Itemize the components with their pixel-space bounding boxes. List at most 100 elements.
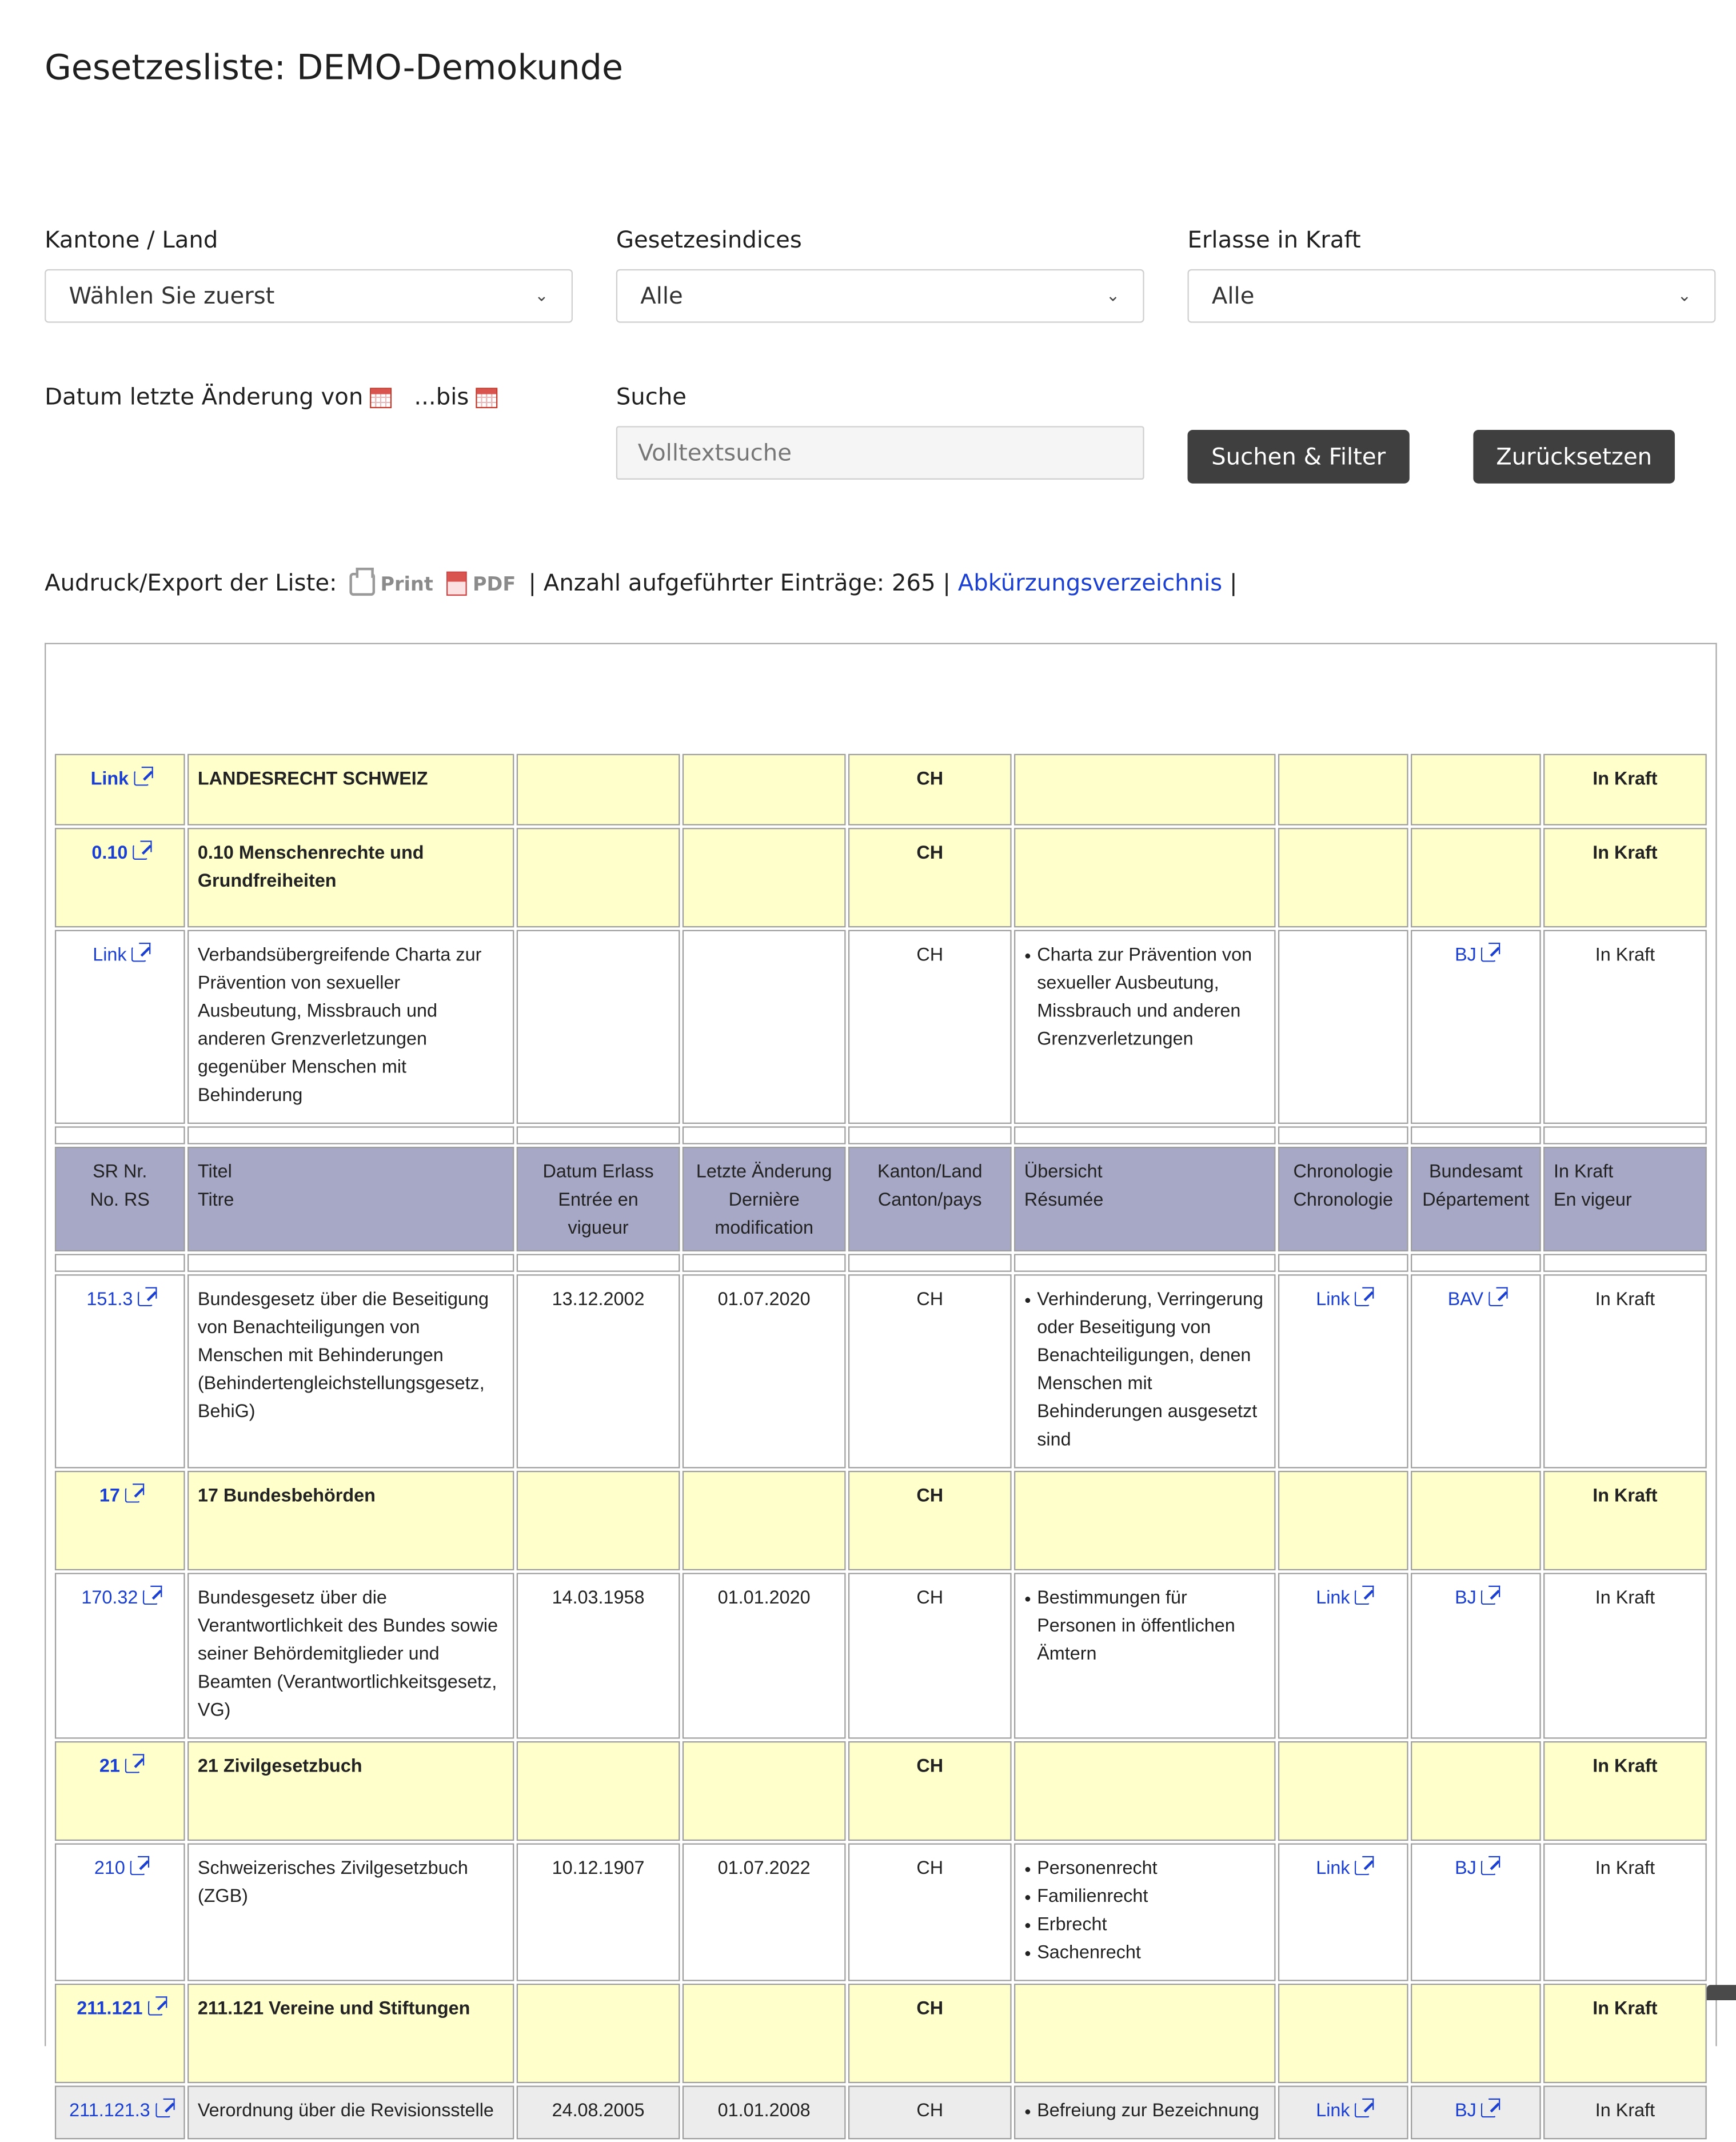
status: In Kraft	[1543, 1470, 1707, 1570]
export-bar: Audruck/Export der Liste: Print PDF | An…	[45, 567, 1238, 597]
chronology-link[interactable]: Link	[1316, 1585, 1374, 1609]
section-row: 0.10 0.10 Menschenrechte und Grundfreihei…	[54, 828, 1707, 928]
entry-count: | Anzahl aufgeführter Einträge: 265 |	[528, 570, 951, 597]
sr-number: 211.121	[54, 1983, 185, 2084]
date-range: Datum letzte Änderung von ...bis	[45, 384, 498, 411]
sr-number-link[interactable]: 170.32	[81, 1585, 162, 1609]
table-row: Link Verbandsübergreifende Charta zur Prä…	[54, 930, 1707, 1124]
header-chrono-fr: Chronologie	[1293, 1190, 1394, 1211]
section-row: Link LANDESRECHT SCHWEIZ CH In Kraft	[54, 753, 1707, 825]
sr-number-link[interactable]: 210	[94, 1856, 150, 1879]
summary-item: Sachenrecht	[1024, 1939, 1266, 1967]
header-kanton-de: Kanton/Land	[877, 1162, 983, 1183]
table-row: 210 Schweizerisches Zivilgesetzbuch (ZGB)…	[54, 1843, 1707, 1981]
summary-item: Befreiung zur Bezeichnung	[1024, 2097, 1266, 2125]
status: In Kraft	[1543, 1741, 1707, 1841]
status: In Kraft	[1543, 1573, 1707, 1739]
external-link-icon	[1481, 943, 1501, 962]
summary-list: Bestimmungen für Personen in öffentliche…	[1024, 1585, 1266, 1669]
chevron-down-icon: ⌄	[1677, 286, 1691, 306]
header-sr-fr: No. RS	[90, 1190, 150, 1211]
sr-number-link[interactable]: 151.3	[86, 1287, 157, 1310]
search-filter-button[interactable]: Suchen & Filter	[1187, 430, 1410, 484]
section-title: 17 Bundesbehörden	[187, 1470, 514, 1570]
section-title: LANDESRECHT SCHWEIZ	[187, 753, 514, 825]
calendar-icon[interactable]	[476, 388, 498, 409]
index-select[interactable]: Alle ⌄	[616, 269, 1144, 323]
external-link-icon	[155, 2098, 175, 2118]
kanton: CH	[848, 1573, 1012, 1739]
bundesamt-link[interactable]: BJ	[1455, 1856, 1501, 1879]
sr-number-link[interactable]: 211.121	[77, 1996, 167, 2019]
pdf-button[interactable]: PDF	[446, 571, 516, 596]
kanton-select[interactable]: Wählen Sie zuerst ⌄	[45, 269, 573, 323]
spacer-cell	[848, 1254, 1012, 1272]
sr-number-text: 17	[99, 1486, 120, 1507]
kanton: CH	[848, 2085, 1012, 2140]
bundesamt-link[interactable]: BJ	[1455, 1585, 1501, 1609]
sr-number: 170.32	[54, 1573, 185, 1739]
sr-number-link[interactable]: 0.10	[91, 840, 152, 864]
sr-number-link[interactable]: 21	[99, 1754, 145, 1777]
aenderung-date	[682, 1983, 846, 2084]
chronology-text: Link	[1316, 1588, 1350, 1609]
search-label: Suche	[616, 384, 687, 411]
erlass-date	[516, 1983, 680, 2084]
calendar-icon[interactable]	[370, 388, 393, 409]
chronology-link[interactable]: Link	[1316, 1287, 1374, 1310]
table-row: 211.121.3 Verordnung über die Revisionsst…	[54, 2085, 1707, 2140]
sr-number-link[interactable]: 17	[99, 1483, 145, 1507]
bundesamt-link[interactable]: BAV	[1448, 1287, 1508, 1310]
kanton-select-value: Wählen Sie zuerst	[69, 282, 275, 310]
erlass-date	[516, 828, 680, 928]
aenderung-date	[682, 930, 846, 1124]
sr-number-link[interactable]: Link	[91, 767, 153, 789]
header-inkraft: In Kraft En vigeur	[1543, 1147, 1707, 1252]
spacer-cell	[1543, 1126, 1707, 1144]
spacer-cell	[682, 1254, 846, 1272]
date-to-label: ...bis	[414, 384, 469, 411]
abbreviation-link[interactable]: Abkürzungsverzeichnis	[958, 570, 1222, 597]
spacer-cell	[1411, 1126, 1541, 1144]
chronology-link[interactable]: Link	[1316, 1856, 1374, 1879]
kanton: CH	[848, 753, 1012, 825]
status: In Kraft	[1543, 1843, 1707, 1981]
bundesamt-text: BJ	[1455, 945, 1476, 966]
bundesamt-link[interactable]: BJ	[1455, 943, 1501, 966]
spacer-cell	[1014, 1254, 1276, 1272]
header-kanton: Kanton/Land Canton/pays	[848, 1147, 1012, 1252]
inkraft-select-value: Alle	[1211, 282, 1255, 310]
sr-number-link[interactable]: Link	[93, 943, 151, 966]
aenderung-date	[682, 828, 846, 928]
reset-button[interactable]: Zurücksetzen	[1473, 430, 1675, 484]
header-chrono: Chronologie Chronologie	[1278, 1147, 1408, 1252]
bundesamt	[1411, 1470, 1541, 1570]
search-input[interactable]: Volltextsuche	[616, 426, 1144, 480]
bundesamt: BJ	[1411, 1843, 1541, 1981]
summary-item: Verhinderung, Verringerung oder Beseitig…	[1024, 1286, 1266, 1454]
bundesamt: BAV	[1411, 1274, 1541, 1469]
kanton: CH	[848, 1470, 1012, 1570]
status: In Kraft	[1543, 2085, 1707, 2140]
inkraft-label: Erlasse in Kraft	[1187, 227, 1361, 254]
chronology	[1278, 1983, 1408, 2084]
kanton: CH	[848, 1843, 1012, 1981]
chronology-link[interactable]: Link	[1316, 2098, 1374, 2121]
sr-number-text: 0.10	[91, 843, 128, 864]
chronology-text: Link	[1316, 1858, 1350, 1879]
sr-number: 21	[54, 1741, 185, 1841]
inkraft-select[interactable]: Alle ⌄	[1187, 269, 1716, 323]
trailing-separator: |	[1229, 570, 1238, 597]
summary	[1014, 753, 1276, 825]
kanton: CH	[848, 828, 1012, 928]
external-link-icon	[131, 943, 151, 962]
sr-number: 0.10	[54, 828, 185, 928]
section-row: 21 21 Zivilgesetzbuch CH In Kraft	[54, 1741, 1707, 1841]
print-button[interactable]: Print	[349, 567, 433, 595]
bundesamt-link[interactable]: BJ	[1455, 2098, 1501, 2121]
scrollbar-thumb[interactable]	[1706, 1985, 1736, 2000]
sr-number-link[interactable]: 211.121.3	[69, 2098, 175, 2121]
sr-number-text: 211.121.3	[69, 2101, 150, 2121]
header-inkraft-de: In Kraft	[1553, 1162, 1614, 1183]
aenderung-date: 01.01.2020	[682, 1573, 846, 1739]
